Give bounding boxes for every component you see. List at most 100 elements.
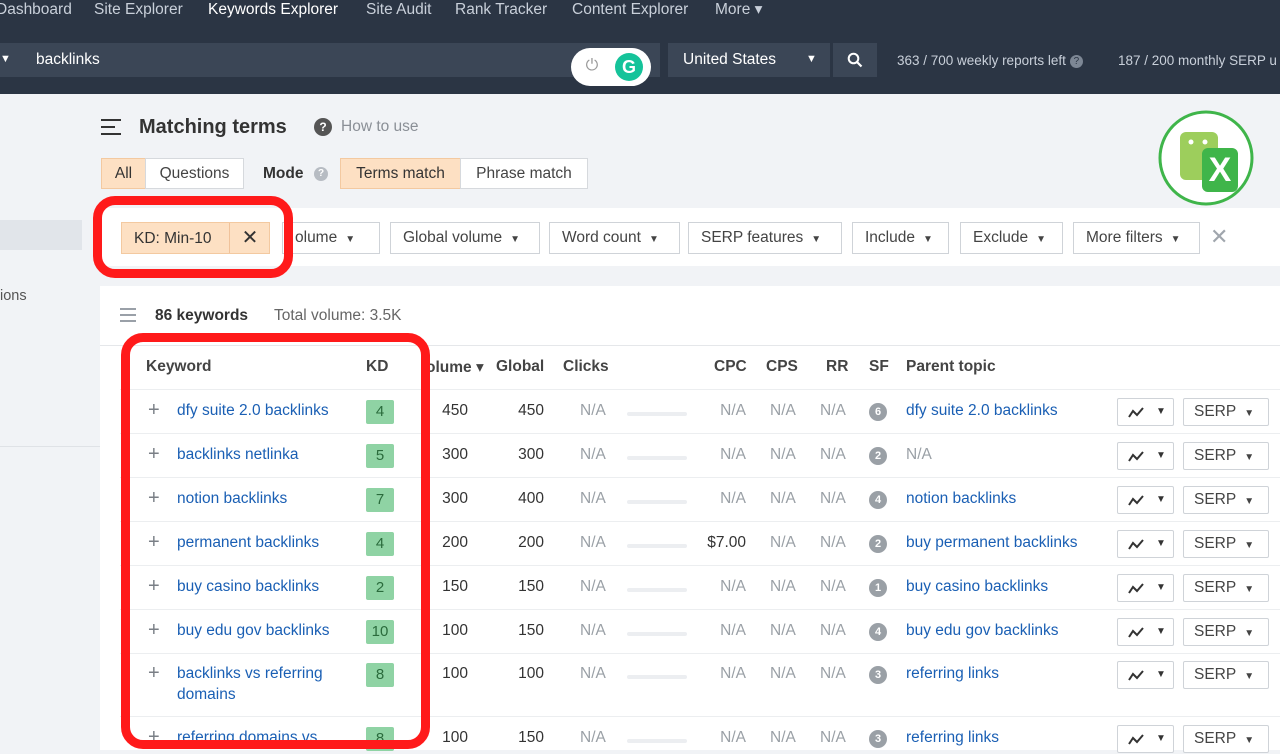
serp-button-label: SERP <box>1194 447 1237 464</box>
clicks-value: N/A <box>580 665 606 682</box>
trend-chart-button[interactable]: ▼ <box>1117 486 1174 514</box>
country-select[interactable]: United States ▼ <box>668 43 830 77</box>
clicks-bar <box>627 544 687 548</box>
clear-filters-icon[interactable]: ✕ <box>1210 224 1228 250</box>
nav-site-explorer[interactable]: Site Explorer <box>94 0 183 20</box>
word-count-filter[interactable]: Word count ▼ <box>549 222 680 254</box>
serp-features-count: 4 <box>869 623 887 641</box>
chevron-down-icon: ▼ <box>1244 408 1255 419</box>
nav-keywords-explorer[interactable]: Keywords Explorer <box>208 0 338 20</box>
sidebar-divider <box>0 446 100 447</box>
column-sf[interactable]: SF <box>869 358 889 376</box>
tab-questions[interactable]: Questions <box>145 158 244 189</box>
include-filter[interactable]: Include ▼ <box>852 222 949 254</box>
list-icon[interactable] <box>120 308 136 322</box>
nav-rank-tracker[interactable]: Rank Tracker <box>455 0 547 20</box>
parent-topic-link[interactable]: buy permanent backlinks <box>906 534 1077 552</box>
sidebar-item-questions[interactable]: ions <box>0 288 27 304</box>
global-volume-value: 100 <box>518 665 544 682</box>
serp-button-label: SERP <box>1194 579 1237 596</box>
global-volume-value: 400 <box>518 490 544 507</box>
column-cps[interactable]: CPS <box>766 358 798 376</box>
column-global[interactable]: Global <box>496 358 544 376</box>
serp-button[interactable]: SERP ▼ <box>1183 442 1269 470</box>
column-parent-topic[interactable]: Parent topic <box>906 358 996 376</box>
cps-value: N/A <box>770 446 796 463</box>
terms-match-toggle[interactable]: Terms match <box>340 158 461 189</box>
serp-button[interactable]: SERP ▼ <box>1183 574 1269 602</box>
chevron-down-icon: ▼ <box>1156 582 1166 593</box>
nav-more-label: More <box>715 1 751 18</box>
power-icon[interactable]: ⏻ <box>583 57 601 75</box>
nav-more[interactable]: More ▾ <box>715 0 762 20</box>
global-volume-filter[interactable]: Global volume ▼ <box>390 222 540 254</box>
serp-button-label: SERP <box>1194 623 1237 640</box>
cps-value: N/A <box>770 402 796 419</box>
rr-value: N/A <box>820 729 846 746</box>
cps-value: N/A <box>770 622 796 639</box>
column-volume[interactable]: olume ▾ <box>426 358 484 377</box>
serp-features-filter[interactable]: SERP features ▼ <box>688 222 842 254</box>
help-icon[interactable]: ? <box>314 118 332 136</box>
nav-dashboard[interactable]: Dashboard <box>0 0 72 20</box>
clicks-value: N/A <box>580 534 606 551</box>
parent-topic-link[interactable]: buy edu gov backlinks <box>906 622 1059 640</box>
mode-label: Mode <box>263 165 304 182</box>
clicks-bar <box>627 412 687 416</box>
chevron-down-icon: ▼ <box>1156 406 1166 417</box>
column-clicks[interactable]: Clicks <box>563 358 609 376</box>
trend-chart-button[interactable]: ▼ <box>1117 530 1174 558</box>
trend-chart-button[interactable]: ▼ <box>1117 574 1174 602</box>
volume-filter[interactable]: olume ▼ <box>282 222 380 254</box>
trend-icon <box>1128 670 1144 681</box>
serp-button[interactable]: SERP ▼ <box>1183 618 1269 646</box>
serp-button[interactable]: SERP ▼ <box>1183 661 1269 689</box>
search-button[interactable] <box>833 43 877 77</box>
global-volume-value: 300 <box>518 446 544 463</box>
sidebar-selected-item[interactable] <box>0 220 82 250</box>
column-cpc[interactable]: CPC <box>714 358 747 376</box>
more-filters-button[interactable]: More filters ▼ <box>1073 222 1200 254</box>
chevron-down-icon: ▼ <box>1156 538 1166 549</box>
grammarly-icon[interactable]: G <box>615 53 643 81</box>
parent-topic-link[interactable]: notion backlinks <box>906 490 1016 508</box>
rr-value: N/A <box>820 446 846 463</box>
clicks-bar <box>627 739 687 743</box>
trend-chart-button[interactable]: ▼ <box>1117 661 1174 689</box>
serp-button[interactable]: SERP ▼ <box>1183 725 1269 753</box>
nav-site-audit[interactable]: Site Audit <box>366 0 432 20</box>
tab-all[interactable]: All <box>101 158 146 189</box>
trend-icon <box>1128 583 1144 594</box>
parent-topic-link[interactable]: referring links <box>906 729 999 747</box>
serp-button[interactable]: SERP ▼ <box>1183 486 1269 514</box>
volume-filter-label: olume <box>295 229 338 246</box>
exclude-filter[interactable]: Exclude ▼ <box>960 222 1063 254</box>
column-rr[interactable]: RR <box>826 358 848 376</box>
clicks-value: N/A <box>580 578 606 595</box>
search-icon <box>847 52 863 68</box>
grammarly-extension[interactable]: ⏻ G <box>571 48 651 86</box>
keyword-search-input[interactable]: ▼ backlinks <box>0 43 660 77</box>
nav-content-explorer[interactable]: Content Explorer <box>572 0 688 20</box>
trend-chart-button[interactable]: ▼ <box>1117 618 1174 646</box>
clicks-value: N/A <box>580 622 606 639</box>
trend-chart-button[interactable]: ▼ <box>1117 725 1174 753</box>
trend-chart-button[interactable]: ▼ <box>1117 442 1174 470</box>
parent-topic-link[interactable]: buy casino backlinks <box>906 578 1048 596</box>
trend-icon <box>1128 734 1144 745</box>
trend-chart-button[interactable]: ▼ <box>1117 398 1174 426</box>
trend-icon <box>1128 451 1144 462</box>
chevron-down-icon[interactable]: ▼ <box>0 53 11 65</box>
help-icon[interactable]: ? <box>314 167 328 181</box>
help-icon[interactable]: ? <box>1069 55 1083 68</box>
parent-topic-link[interactable]: referring links <box>906 665 999 683</box>
serp-button[interactable]: SERP ▼ <box>1183 530 1269 558</box>
chevron-down-icon: ▼ <box>510 234 520 245</box>
serp-button[interactable]: SERP ▼ <box>1183 398 1269 426</box>
svg-text:X: X <box>1209 151 1232 189</box>
rr-value: N/A <box>820 534 846 551</box>
menu-icon[interactable] <box>101 119 121 135</box>
parent-topic-link[interactable]: dfy suite 2.0 backlinks <box>906 402 1058 420</box>
phrase-match-toggle[interactable]: Phrase match <box>460 158 588 189</box>
how-to-use-link[interactable]: How to use <box>341 118 419 136</box>
